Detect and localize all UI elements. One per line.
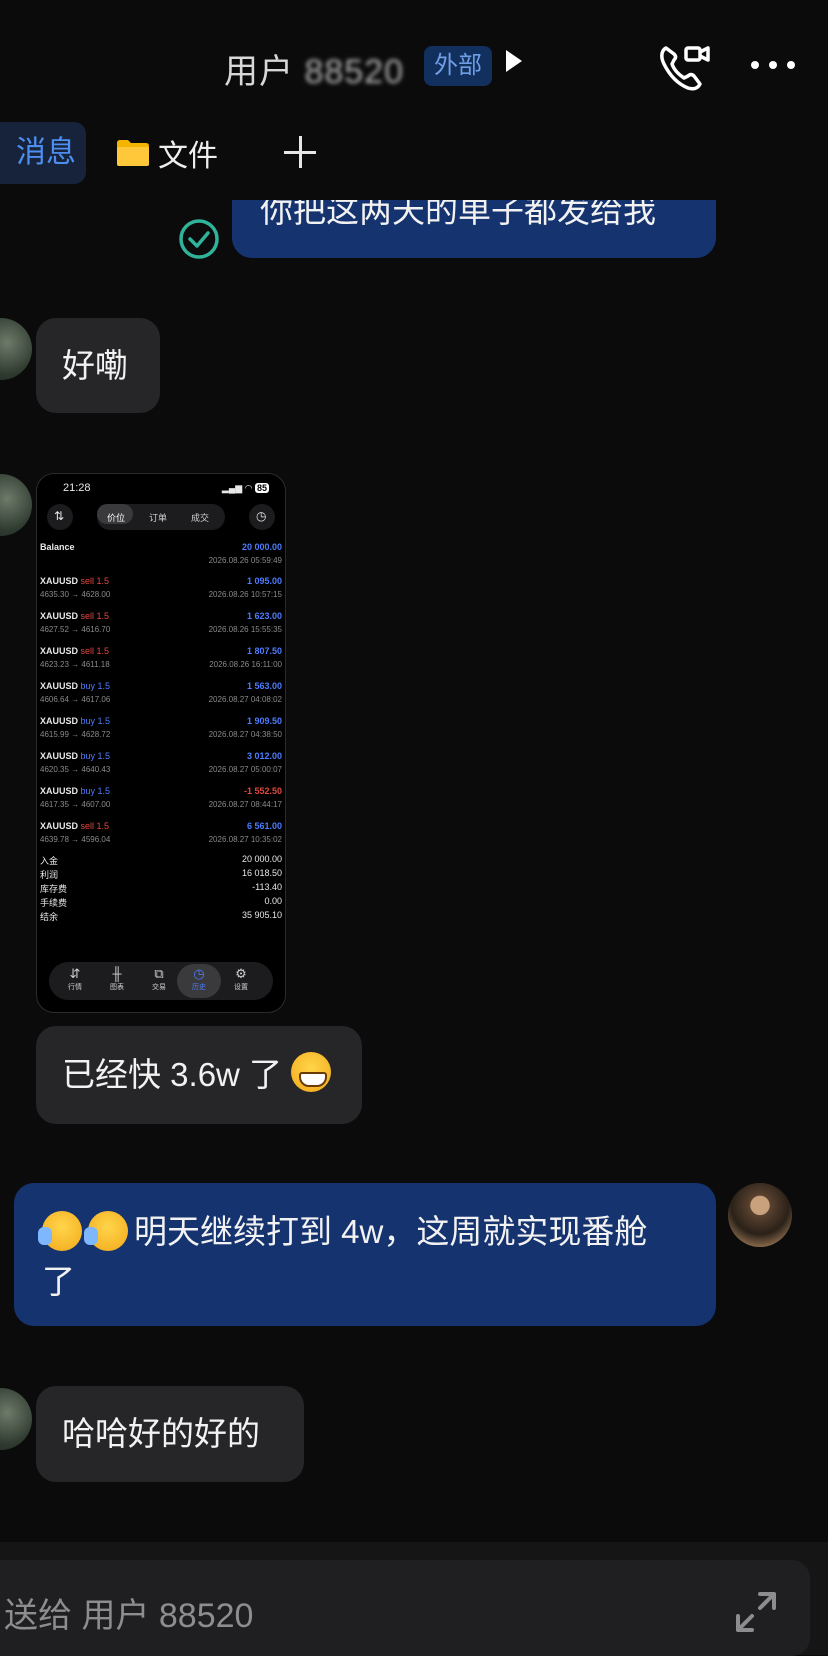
deal-row: XAUUSD sell 1.5 4639.78 → 4596.04 6 561.… bbox=[40, 821, 282, 844]
grin-emoji-icon bbox=[291, 1052, 332, 1092]
title-row: 用户 88520 外部 bbox=[0, 36, 828, 106]
balance-label: Balance bbox=[40, 542, 75, 552]
external-badge: 外部 bbox=[424, 46, 492, 86]
expand-icon[interactable] bbox=[734, 1590, 778, 1634]
status-time: 21:28 bbox=[63, 482, 91, 494]
tab-files-label: 文件 bbox=[158, 140, 218, 173]
composer: 送给 用户 88520 bbox=[0, 1542, 828, 1656]
trade-history-screenshot[interactable]: 21:28 ▂▄▆ ◠ 85 ⇅ 价位 订单 成交 ◷ Balance 20 0… bbox=[36, 473, 286, 1013]
tab-quotes: ⇵ 行情 bbox=[68, 966, 82, 991]
tab-trade: ⧉ 交易 bbox=[152, 966, 166, 991]
plus-icon[interactable] bbox=[284, 136, 316, 168]
message-bubble-incoming[interactable]: 已经快 3.6w 了 bbox=[36, 1026, 362, 1124]
check-circle-icon bbox=[179, 219, 219, 259]
chat-title[interactable]: 用户 88520 bbox=[224, 44, 404, 93]
segment-orders: 订单 bbox=[149, 513, 168, 523]
clock-icon: ◷ bbox=[249, 504, 275, 530]
folder-icon bbox=[117, 140, 149, 166]
message-input[interactable]: 送给 用户 88520 bbox=[0, 1560, 810, 1656]
deal-row: XAUUSD buy 1.5 4615.99 → 4628.72 1 909.5… bbox=[40, 716, 282, 739]
segment-price: 价位 bbox=[107, 513, 126, 523]
tab-history: ◷ 历史 bbox=[192, 966, 206, 991]
summary-row: 手续费 0.00 bbox=[40, 896, 282, 908]
avatar[interactable] bbox=[0, 318, 32, 380]
segment-control: 价位 订单 成交 bbox=[97, 504, 225, 530]
app-tabbar: ⇵ 行情 ╫ 图表 ⧉ 交易 ◷ 历史 ⚙ 设置 bbox=[49, 962, 273, 1000]
segment-deals: 成交 bbox=[191, 513, 210, 523]
deal-row: XAUUSD buy 1.5 4606.64 → 4617.06 1 563.0… bbox=[40, 681, 282, 704]
face-emoji-icon bbox=[84, 1211, 128, 1251]
message-input-placeholder: 送给 用户 88520 bbox=[4, 1597, 254, 1635]
tab-charts: ╫ 图表 bbox=[110, 966, 124, 991]
summary-row: 利润 16 018.50 bbox=[40, 868, 282, 880]
summary-row: 入金 20 000.00 bbox=[40, 854, 282, 866]
deal-row: XAUUSD sell 1.5 4623.23 → 4611.18 1 807.… bbox=[40, 646, 282, 669]
message-bubble-outgoing[interactable]: 明天继续打到 4w，这周就实现番舱 了 bbox=[14, 1183, 716, 1326]
chat-tabs: 消息 文件 bbox=[0, 122, 828, 186]
avatar[interactable] bbox=[0, 474, 32, 536]
tab-settings: ⚙ 设置 bbox=[234, 966, 248, 991]
chat-header: 用户 88520 外部 消息 文件 bbox=[0, 0, 828, 200]
sort-icon: ⇅ bbox=[47, 504, 73, 530]
balance-date: 2026.08.26 05:59:49 bbox=[208, 556, 282, 565]
balance-value: 20 000.00 bbox=[241, 542, 282, 552]
summary-row: 库存费 -113.40 bbox=[40, 882, 282, 894]
deal-row: XAUUSD sell 1.5 4635.30 → 4628.00 1 095.… bbox=[40, 576, 282, 599]
message-bubble-incoming[interactable]: 好嘞 bbox=[36, 318, 160, 413]
avatar[interactable] bbox=[728, 1183, 792, 1247]
message-bubble-incoming[interactable]: 哈哈好的好的 bbox=[36, 1386, 304, 1482]
tab-messages[interactable]: 消息 bbox=[0, 122, 86, 184]
deal-row: XAUUSD buy 1.5 4620.35 → 4640.43 3 012.0… bbox=[40, 751, 282, 774]
summary-row: 结余 35 905.10 bbox=[40, 910, 282, 922]
avatar[interactable] bbox=[0, 1388, 32, 1450]
video-call-icon[interactable] bbox=[656, 40, 710, 94]
tab-files[interactable]: 文件 bbox=[116, 130, 218, 176]
more-icon[interactable] bbox=[748, 58, 798, 72]
deal-row: XAUUSD sell 1.5 4627.52 → 4616.70 1 623.… bbox=[40, 611, 282, 634]
deal-row: XAUUSD buy 1.5 4617.35 → 4607.00 -1 552.… bbox=[40, 786, 282, 809]
status-icons: ▂▄▆ ◠ 85 bbox=[221, 483, 269, 493]
face-emoji-icon bbox=[38, 1211, 82, 1251]
play-icon[interactable] bbox=[506, 50, 522, 72]
obscured-user-id: 88520 bbox=[304, 53, 404, 91]
